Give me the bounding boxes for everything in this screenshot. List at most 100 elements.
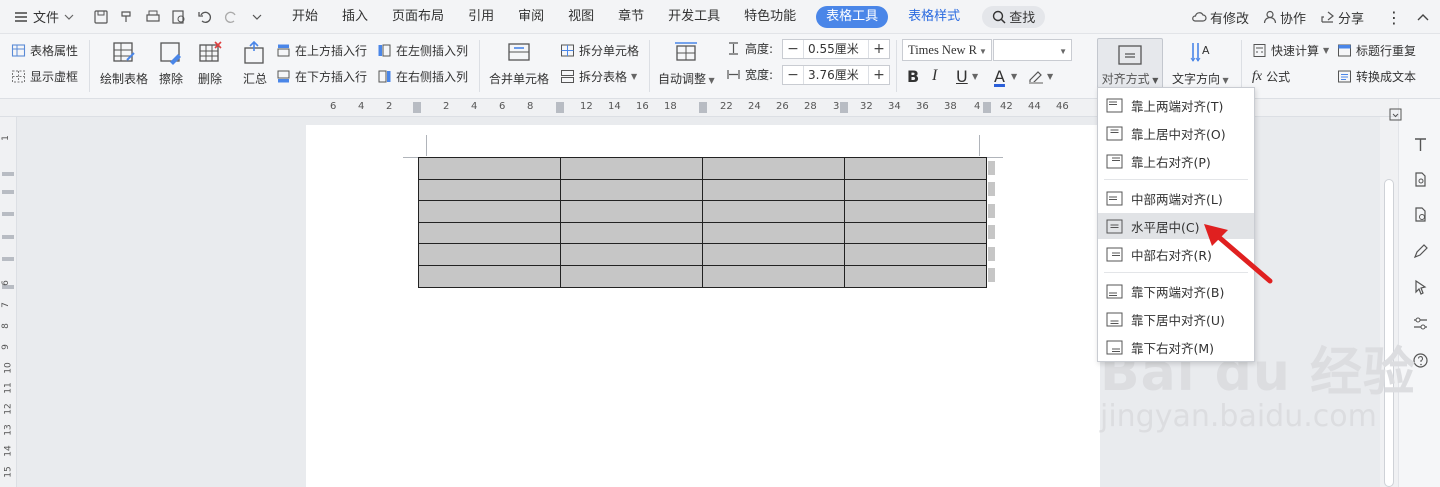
ruler-marker[interactable] — [413, 102, 421, 113]
table-cell[interactable] — [418, 264, 561, 288]
font-size-select[interactable]: ▼ — [993, 39, 1072, 61]
table-cell[interactable] — [418, 157, 561, 180]
table-cell[interactable] — [560, 200, 703, 223]
tab-table-tools[interactable]: 表格工具 — [816, 5, 889, 28]
pen-icon[interactable] — [1410, 241, 1430, 261]
tab-home[interactable]: 开始 — [280, 6, 330, 28]
height-input[interactable]: − 0.55厘米 + — [782, 39, 890, 59]
table-cell[interactable] — [702, 221, 845, 245]
table-cell[interactable] — [702, 157, 845, 180]
save-icon[interactable] — [90, 6, 112, 28]
font-name-select[interactable]: Times New R ▼ — [902, 39, 992, 61]
menu-item-bottom-right[interactable]: 靠下右对齐(M) — [1098, 334, 1254, 360]
table-cell[interactable] — [418, 178, 561, 202]
show-gridlines-button[interactable]: 显示虚框 — [11, 68, 78, 85]
customize-chevron-icon[interactable] — [246, 6, 268, 28]
split-table-button[interactable]: 拆分表格 ▼ — [560, 68, 637, 85]
tab-references[interactable]: 引用 — [456, 6, 506, 28]
table-cell[interactable] — [418, 221, 561, 245]
tab-view[interactable]: 视图 — [556, 6, 606, 28]
split-cells-button[interactable]: 拆分单元格 — [560, 42, 639, 59]
draw-table-button[interactable]: 绘制表格 — [100, 40, 148, 87]
text-style-icon[interactable] — [1410, 134, 1430, 154]
table-cell[interactable] — [702, 200, 845, 223]
table-cell[interactable] — [844, 178, 987, 202]
ruler-marker[interactable] — [840, 102, 848, 113]
tab-special-features[interactable]: 特色功能 — [732, 6, 808, 28]
height-decrease-button[interactable]: − — [783, 40, 803, 58]
tab-chapter[interactable]: 章节 — [606, 6, 656, 28]
vertical-ruler[interactable]: 1 6 7 8 9 10 11 12 13 14 15 — [0, 117, 17, 487]
table-cell[interactable] — [844, 221, 987, 245]
height-value[interactable]: 0.55厘米 — [803, 40, 869, 58]
more-options-icon[interactable]: ⋮ — [1386, 8, 1402, 27]
menu-item-middle-justify[interactable]: 中部两端对齐(L) — [1098, 185, 1254, 211]
font-color-button[interactable]: A — [994, 67, 1005, 86]
table-cell[interactable] — [560, 243, 703, 266]
collaborate-button[interactable]: 协作 — [1263, 8, 1306, 27]
width-decrease-button[interactable]: − — [783, 66, 803, 84]
formula-button[interactable]: fx 公式 — [1252, 68, 1290, 85]
search-button[interactable]: 查找 — [982, 5, 1046, 28]
italic-button[interactable]: I — [932, 67, 937, 85]
print-icon[interactable] — [142, 6, 164, 28]
table-cell[interactable] — [702, 264, 845, 288]
table-cell[interactable] — [844, 264, 987, 288]
tab-insert[interactable]: 插入 — [330, 6, 380, 28]
underline-chevron-icon[interactable]: ▼ — [972, 72, 978, 81]
table-cell[interactable] — [702, 178, 845, 202]
document-settings-icon[interactable] — [1410, 204, 1430, 224]
insert-row-above-button[interactable]: 在上方插入行 — [276, 42, 367, 59]
tab-table-style[interactable]: 表格样式 — [896, 6, 972, 28]
table-cell[interactable] — [844, 157, 987, 180]
erase-button[interactable]: 擦除 — [158, 40, 184, 87]
insert-row-below-button[interactable]: 在下方插入行 — [276, 68, 367, 85]
table-cell[interactable] — [844, 200, 987, 223]
menu-item-top-center[interactable]: 靠上居中对齐(O) — [1098, 120, 1254, 146]
repeat-header-button[interactable]: 标题行重复 — [1337, 42, 1416, 59]
text-direction-button[interactable]: A 文字方向 ▼ — [1172, 40, 1229, 87]
tab-developer[interactable]: 开发工具 — [656, 6, 732, 28]
table-cell[interactable] — [560, 157, 703, 180]
insert-column-left-button[interactable]: 在左侧插入列 — [377, 42, 468, 59]
table-cell[interactable] — [418, 200, 561, 223]
tab-page-layout[interactable]: 页面布局 — [380, 6, 456, 28]
ruler-marker[interactable] — [699, 102, 707, 113]
print-preview-icon[interactable] — [168, 6, 190, 28]
table-cell[interactable] — [418, 243, 561, 266]
share-button[interactable]: 分享 — [1320, 8, 1364, 27]
ruler-marker[interactable] — [556, 102, 564, 113]
collapse-ribbon-icon[interactable] — [1416, 12, 1430, 22]
menu-item-top-justify[interactable]: 靠上两端对齐(T) — [1098, 92, 1254, 118]
alignment-button[interactable]: 对齐方式 ▼ — [1097, 38, 1163, 90]
convert-to-text-button[interactable]: 转换成文本 — [1337, 68, 1416, 85]
width-increase-button[interactable]: + — [869, 66, 889, 84]
insert-column-right-button[interactable]: 在右侧插入列 — [377, 68, 468, 85]
cursor-icon[interactable] — [1410, 277, 1430, 297]
table-cell[interactable] — [560, 264, 703, 288]
bold-button[interactable]: B — [907, 67, 919, 86]
table-cell[interactable] — [560, 178, 703, 202]
undo-icon[interactable] — [194, 6, 216, 28]
document-icon[interactable] — [1410, 169, 1430, 189]
merge-cells-button[interactable]: 合并单元格 — [489, 40, 549, 87]
auto-fit-button[interactable]: 自动调整 ▼ — [658, 40, 715, 87]
ruler-marker[interactable] — [983, 102, 991, 113]
width-value[interactable]: 3.76厘米 — [803, 66, 869, 84]
table-properties-button[interactable]: 表格属性 — [11, 42, 78, 59]
table-cell[interactable] — [702, 243, 845, 266]
document-table[interactable] — [418, 157, 987, 288]
file-menu[interactable]: 文件 — [14, 7, 74, 26]
menu-item-top-right[interactable]: 靠上右对齐(P) — [1098, 148, 1254, 174]
tab-review[interactable]: 审阅 — [506, 6, 556, 28]
modified-status[interactable]: 有修改 — [1191, 8, 1249, 27]
width-input[interactable]: − 3.76厘米 + — [782, 65, 890, 85]
quick-calc-button[interactable]: 快速计算 ▼ — [1252, 42, 1329, 59]
underline-button[interactable]: U — [956, 67, 968, 86]
table-cell[interactable] — [844, 243, 987, 266]
panel-toggle-icon[interactable] — [1385, 104, 1405, 124]
redo-icon[interactable] — [220, 6, 242, 28]
menu-item-bottom-center[interactable]: 靠下居中对齐(U) — [1098, 306, 1254, 332]
font-color-chevron-icon[interactable]: ▼ — [1011, 72, 1017, 81]
summary-button[interactable]: 汇总 — [242, 40, 268, 87]
